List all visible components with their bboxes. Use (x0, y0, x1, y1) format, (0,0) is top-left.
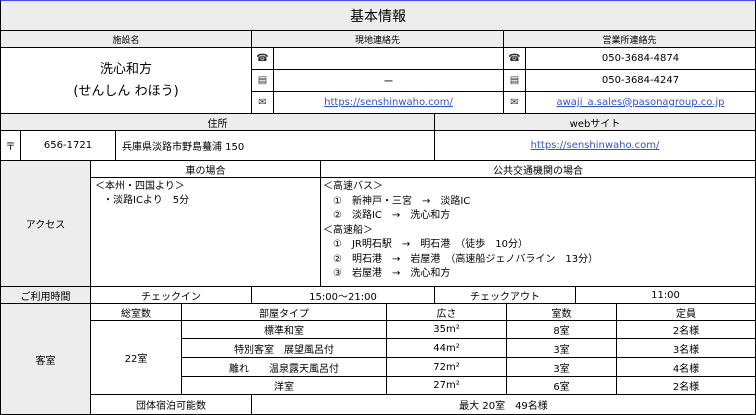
total-rooms-value: 22室 (91, 321, 182, 395)
room-count: 3室 (507, 339, 617, 358)
public-line: ② 明石港 → 岩屋港 （高速船ジェノバライン 13分） (333, 253, 599, 265)
website-cell: https://senshinwaho.com/ (435, 131, 756, 161)
sales-contact-header: 営業所連絡先 (504, 31, 756, 48)
zip-code: 656-1721 (21, 131, 116, 161)
website-link[interactable]: https://senshinwaho.com/ (531, 140, 660, 151)
sales-phone: 050-3684-4874 (526, 48, 756, 70)
postal-mark: 〒 (1, 131, 21, 161)
facility-name-cell: 洗心和方 (せんしん わほう) (1, 48, 252, 114)
room-type: 洋室 (182, 377, 387, 395)
group-capacity-value: 最大 20室 49名様 (252, 395, 756, 415)
sales-fax: 050-3684-4247 (526, 70, 756, 92)
mail-icon: ✉ (252, 92, 274, 114)
fax-icon: ▤ (252, 70, 274, 92)
room-count: 6室 (507, 377, 617, 395)
public-transport-header: 公共交通機関の場合 (321, 161, 756, 178)
room-count-header: 室数 (507, 304, 617, 321)
public-line: ① 新神戸・三宮 → 淡路IC (333, 195, 471, 207)
total-rooms-header: 総室数 (91, 304, 182, 321)
public-line: ③ 岩屋港 → 洗心和方 (333, 268, 451, 279)
checkin-value: 15:00～21:00 (252, 287, 435, 304)
car-directions: ＜本州・四国より＞ ・淡路ICより 5分 (91, 178, 321, 287)
car-header: 車の場合 (91, 161, 321, 178)
access-label: アクセス (1, 161, 91, 287)
website-header: webサイト (435, 114, 756, 131)
room-count: 3室 (507, 358, 617, 377)
room-area: 72m² (387, 358, 507, 377)
room-capacity: 2名様 (617, 321, 756, 339)
room-area: 35m² (387, 321, 507, 339)
local-url-link[interactable]: https://senshinwaho.com/ (324, 97, 453, 108)
room-count: 8室 (507, 321, 617, 339)
facility-name: 洗心和方 (99, 61, 152, 77)
public-line: ② 淡路IC → 洗心和方 (333, 210, 451, 221)
room-type: 標準和室 (182, 321, 387, 339)
facility-name-header: 施設名 (1, 31, 252, 48)
room-capacity: 2名様 (617, 377, 756, 395)
room-capacity-header: 定員 (617, 304, 756, 321)
local-url-cell: https://senshinwaho.com/ (274, 92, 504, 114)
room-type: 特別客室 展望風呂付 (182, 339, 387, 358)
room-area: 44m² (387, 339, 507, 358)
room-type-header: 部屋タイプ (182, 304, 387, 321)
public-line: ＜高速船＞ (323, 224, 373, 236)
room-capacity: 3名様 (617, 339, 756, 358)
rooms-label: 客室 (1, 304, 91, 415)
car-line: ＜本州・四国より＞ (95, 181, 185, 192)
checkout-value: 11:00 (576, 287, 756, 304)
phone-icon: ☎ (252, 48, 274, 70)
hours-label: ご利用時間 (1, 287, 91, 304)
room-type: 離れ 温泉露天風呂付 (182, 358, 387, 377)
car-line: ・淡路ICより 5分 (103, 195, 190, 206)
facility-reading: (せんしん わほう) (73, 83, 179, 99)
public-line: ＜高速バス＞ (323, 181, 383, 192)
local-fax: ー (274, 70, 504, 92)
sales-email-link[interactable]: awaji_a.sales@pasonagroup.co.jp (556, 97, 724, 108)
room-capacity: 4名様 (617, 358, 756, 377)
room-area-header: 広さ (387, 304, 507, 321)
fax-icon: ▤ (504, 70, 526, 92)
address-text: 兵庫県淡路市野島蟇浦 150 (116, 131, 435, 161)
public-directions: ＜高速バス＞ ① 新神戸・三宮 → 淡路IC ② 淡路IC → 洗心和方 ＜高速… (321, 178, 756, 287)
page-title: 基本情報 (1, 1, 756, 31)
local-phone (274, 48, 504, 70)
local-contact-header: 現地連絡先 (252, 31, 504, 48)
public-line: ① JR明石駅 → 明石港 （徒歩 10分） (333, 239, 528, 250)
room-area: 27m² (387, 377, 507, 395)
mail-icon: ✉ (504, 92, 526, 114)
basic-info-sheet: 基本情報 施設名 現地連絡先 営業所連絡先 洗心和方 (せんしん わほう) ☎ … (0, 0, 756, 415)
group-capacity-label: 団体宿泊可能数 (91, 395, 252, 415)
checkout-label: チェックアウト (435, 287, 576, 304)
phone-icon: ☎ (504, 48, 526, 70)
address-header: 住所 (1, 114, 435, 131)
sales-email-cell: awaji_a.sales@pasonagroup.co.jp (526, 92, 756, 114)
checkin-label: チェックイン (91, 287, 252, 304)
